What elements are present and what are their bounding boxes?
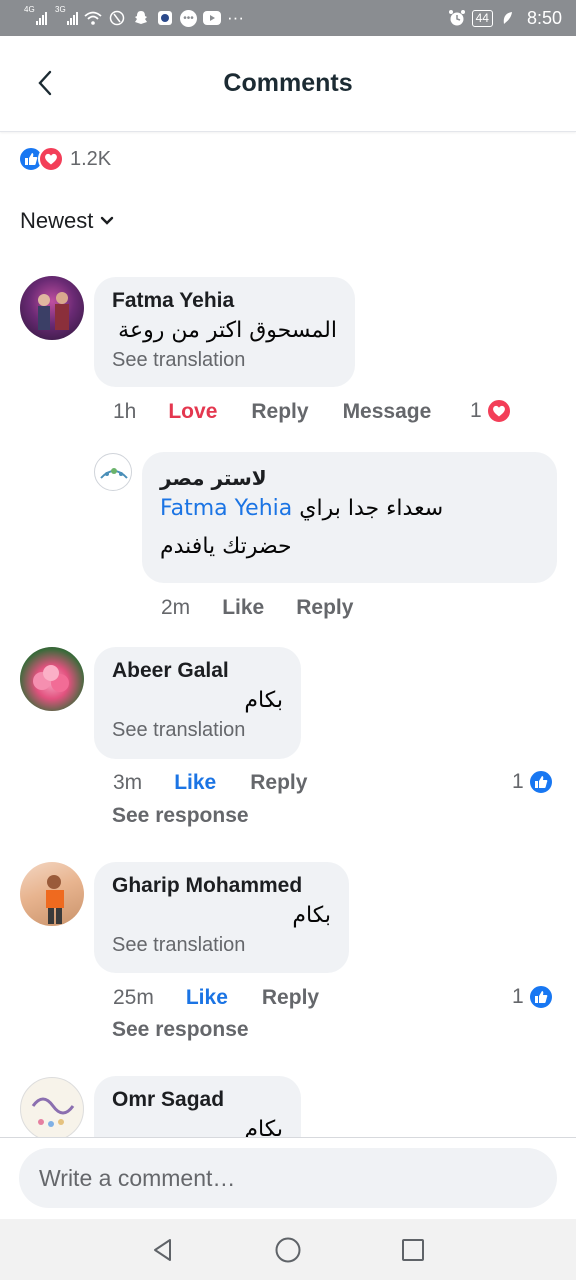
calligraphy-logo-icon xyxy=(31,1097,75,1127)
like-button[interactable]: Like xyxy=(222,596,264,620)
reply-text-line2: حضرتك يافندم xyxy=(160,534,292,559)
snapchat-icon xyxy=(132,9,150,27)
nav-recents-button[interactable] xyxy=(393,1230,433,1270)
chevron-down-icon xyxy=(101,216,114,225)
comment-actions: 25m Like Reply xyxy=(113,986,319,1010)
comment-composer xyxy=(0,1137,576,1219)
comment-actions: 1h Love Reply Message xyxy=(113,400,431,424)
see-translation-link[interactable]: See translation xyxy=(112,349,337,372)
love-reaction-icon xyxy=(38,146,64,172)
reaction-count-number: 1 xyxy=(512,985,524,1008)
avatar[interactable] xyxy=(20,1077,84,1137)
reply-avatar[interactable] xyxy=(94,453,132,491)
comment-author[interactable]: Omr Sagad xyxy=(112,1088,283,1112)
reply-bubble[interactable]: لاستر مصر سعداء جدا براي Fatma Yehia حضر… xyxy=(142,452,557,583)
reply-author[interactable]: لاستر مصر xyxy=(160,466,539,490)
clock: 8:50 xyxy=(526,7,562,28)
reply-button[interactable]: Reply xyxy=(251,400,308,424)
more-notifications-icon: ··· xyxy=(227,8,244,27)
comment-text: المسحوق اكتر من روعة xyxy=(118,318,337,343)
reply-button[interactable]: Reply xyxy=(262,986,319,1010)
square-recents-icon xyxy=(402,1238,425,1261)
reply-text-line1: سعداء جدا براي xyxy=(299,496,444,521)
youtube-icon xyxy=(203,9,221,27)
app-icon xyxy=(156,9,174,27)
mention-link[interactable]: Fatma Yehia xyxy=(160,496,292,521)
person-photo-icon xyxy=(46,875,64,924)
avatar[interactable] xyxy=(20,276,84,340)
love-button[interactable]: Love xyxy=(168,400,217,424)
reply-button[interactable]: Reply xyxy=(250,771,307,795)
comment-bubble[interactable]: Fatma Yehia المسحوق اكتر من روعة See tra… xyxy=(94,277,355,387)
like-reaction-icon xyxy=(527,984,554,1010)
cell-signal-icon-2: 3G xyxy=(55,5,78,25)
system-nav-bar xyxy=(0,1219,576,1280)
circle-home-icon xyxy=(275,1237,301,1262)
wifi-icon xyxy=(84,9,102,27)
page-logo-icon xyxy=(100,468,128,479)
like-button[interactable]: Like xyxy=(186,986,228,1010)
alarm-icon xyxy=(448,9,466,27)
triangle-back-icon xyxy=(153,1238,171,1261)
comment-bubble[interactable]: Abeer Galal بكام See translation xyxy=(94,647,301,759)
reaction-count-badge[interactable]: 1 xyxy=(512,769,554,795)
reaction-count-number: 1 xyxy=(470,399,482,422)
comment-actions: 3m Like Reply xyxy=(113,771,307,795)
like-reaction-icon xyxy=(527,769,554,795)
comment-text: بكام xyxy=(292,903,331,928)
page-title: Comments xyxy=(223,69,353,97)
charging-icon xyxy=(499,9,517,27)
reaction-count: 1.2K xyxy=(70,147,112,170)
comment-text: بكام xyxy=(244,688,283,713)
cell-signal-icon: 4G xyxy=(24,5,47,25)
love-reaction-icon xyxy=(485,398,512,424)
see-translation-link[interactable]: See translation xyxy=(112,719,283,742)
see-response-link[interactable]: See response xyxy=(112,804,249,828)
comment-author[interactable]: Gharip Mohammed xyxy=(112,874,331,898)
reply-button[interactable]: Reply xyxy=(296,596,353,620)
comment-time: 1h xyxy=(113,400,137,423)
battery-indicator: 44 xyxy=(471,9,493,27)
avatar[interactable] xyxy=(20,862,84,926)
comment-input[interactable] xyxy=(19,1148,557,1208)
chat-icon: ••• xyxy=(180,9,197,27)
comment-text: بكام xyxy=(244,1117,283,1137)
status-bar: 4G 3G ••• ··· 44 8:50 xyxy=(0,0,576,36)
flower-photo-icon xyxy=(33,665,69,692)
nav-home-button[interactable] xyxy=(268,1230,308,1270)
app-header: Comments xyxy=(0,36,576,132)
message-button[interactable]: Message xyxy=(343,400,432,424)
avatar[interactable] xyxy=(20,647,84,711)
reply-actions: 2m Like Reply xyxy=(161,596,353,620)
sort-dropdown[interactable]: Newest xyxy=(20,208,115,234)
reply-time: 2m xyxy=(161,596,191,619)
comment-time: 3m xyxy=(113,771,143,794)
comment-clip: Omr Sagad بكام xyxy=(0,1070,576,1137)
reaction-count-number: 1 xyxy=(512,770,524,793)
like-button[interactable]: Like xyxy=(174,771,216,795)
reaction-count-badge[interactable]: 1 xyxy=(512,984,554,1010)
see-translation-link[interactable]: See translation xyxy=(112,934,331,957)
nfc-icon xyxy=(108,9,126,27)
see-response-link[interactable]: See response xyxy=(112,1018,249,1042)
comment-bubble[interactable]: Gharip Mohammed بكام See translation xyxy=(94,862,349,973)
reaction-summary[interactable]: 1.2K xyxy=(18,146,111,172)
person-photo-icon xyxy=(38,292,69,330)
comment-author[interactable]: Fatma Yehia xyxy=(112,289,337,313)
comment-bubble[interactable]: Omr Sagad بكام xyxy=(94,1076,301,1137)
nav-back-button[interactable] xyxy=(143,1230,183,1270)
reply-text: سعداء جدا براي Fatma Yehia حضرتك يافندم xyxy=(160,490,539,566)
comment-time: 25m xyxy=(113,986,154,1009)
reaction-count-badge[interactable]: 1 xyxy=(470,398,512,424)
comment-author[interactable]: Abeer Galal xyxy=(112,659,283,683)
sort-label: Newest xyxy=(20,208,94,233)
